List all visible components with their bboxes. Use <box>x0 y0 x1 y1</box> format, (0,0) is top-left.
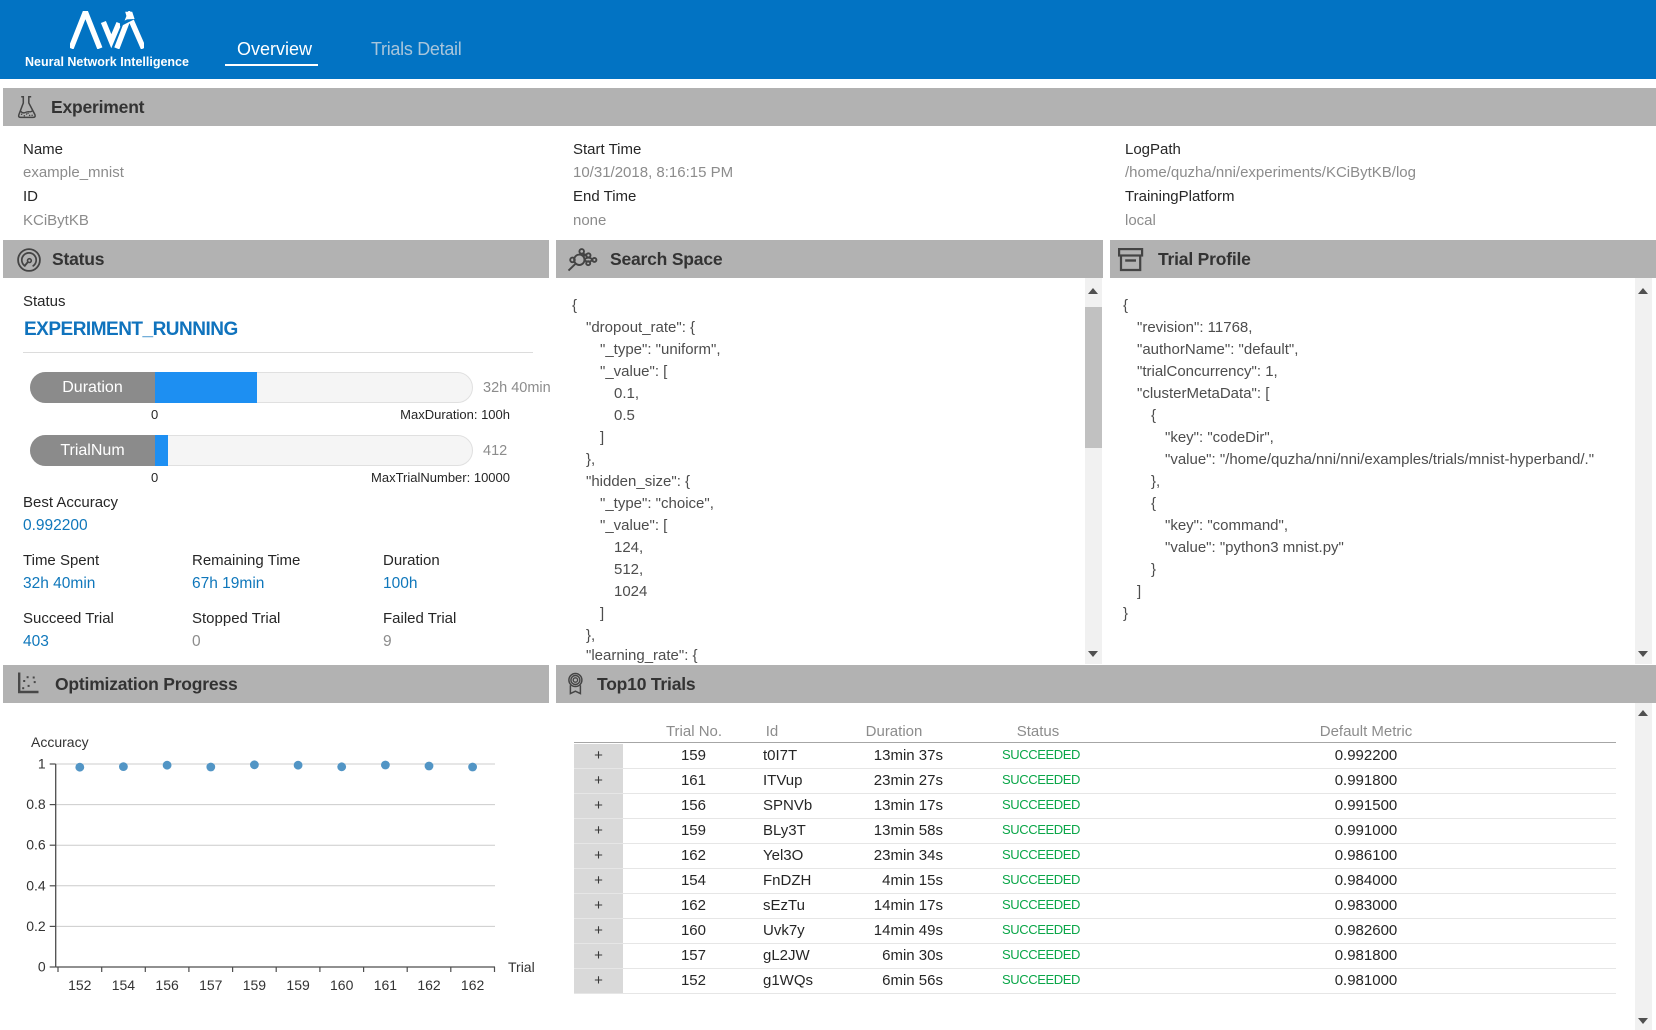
svg-text:162: 162 <box>461 977 485 993</box>
svg-text:159: 159 <box>286 977 310 993</box>
svg-text:1: 1 <box>38 756 46 772</box>
svg-text:154: 154 <box>112 977 136 993</box>
svg-text:Accuracy: Accuracy <box>31 734 89 750</box>
svg-text:156: 156 <box>155 977 179 993</box>
svg-text:0.2: 0.2 <box>26 918 46 934</box>
svg-text:0: 0 <box>38 959 46 975</box>
svg-text:159: 159 <box>243 977 267 993</box>
svg-text:0.4: 0.4 <box>26 877 46 893</box>
svg-text:160: 160 <box>330 977 354 993</box>
svg-text:0.6: 0.6 <box>26 837 46 853</box>
svg-text:152: 152 <box>68 977 92 993</box>
svg-text:162: 162 <box>417 977 441 993</box>
svg-text:161: 161 <box>374 977 398 993</box>
svg-text:0.8: 0.8 <box>26 796 46 812</box>
svg-text:157: 157 <box>199 977 223 993</box>
svg-text:Trial: Trial <box>508 959 535 975</box>
